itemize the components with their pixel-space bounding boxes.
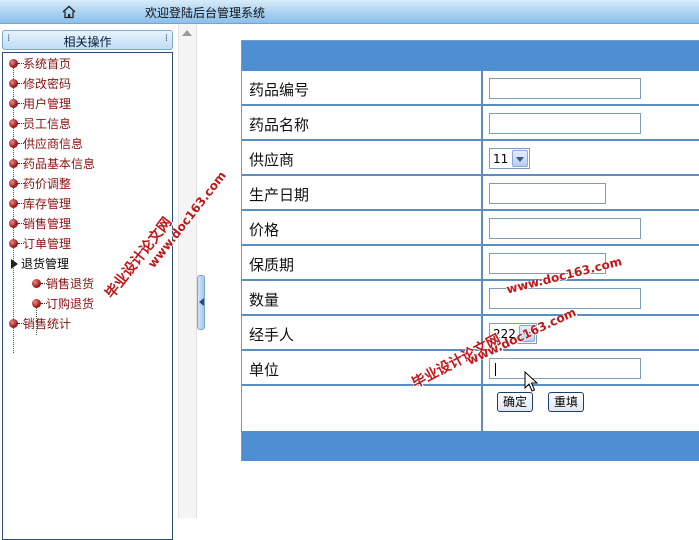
menu-item-label[interactable]: 系统首页	[23, 56, 71, 72]
bullet-icon	[9, 79, 18, 88]
field-label: 药品编号	[249, 81, 310, 99]
bullet-icon	[9, 179, 18, 188]
supplier-selected-value: 11	[493, 152, 509, 166]
form-row-supplier: 供应商 11	[242, 141, 699, 176]
home-icon[interactable]	[61, 4, 77, 20]
menu-item-label[interactable]: 库存管理	[23, 196, 71, 212]
field-label: 生产日期	[249, 186, 310, 204]
menu-item-label[interactable]: 销售退货	[46, 276, 94, 292]
menu-item-label[interactable]: 药价调整	[23, 176, 71, 192]
field-label: 供应商	[249, 151, 295, 169]
top-banner: 欢迎登陆后台管理系统	[0, 0, 699, 24]
expand-triangle-icon[interactable]	[11, 259, 18, 269]
menu-item-label[interactable]: 药品基本信息	[23, 156, 95, 172]
sidebar: ⁞ 相关操作 ⁞ 系统首页 修改密码 用户管理 员工信息 供应商信息 药品基本信…	[0, 28, 176, 540]
bullet-icon	[32, 279, 41, 288]
text-caret	[495, 363, 496, 376]
menu-item-label[interactable]: 销售管理	[23, 216, 71, 232]
menu-item-label[interactable]: 退货管理	[21, 256, 69, 272]
form-header-band	[242, 41, 699, 71]
field-label: 经手人	[249, 326, 295, 344]
bullet-icon	[9, 219, 18, 228]
menu-item-label[interactable]: 员工信息	[23, 116, 71, 132]
sidebar-menu: 系统首页 修改密码 用户管理 员工信息 供应商信息 药品基本信息 药价调整 库存…	[2, 52, 173, 540]
chevron-down-icon	[516, 157, 524, 162]
field-label: 保质期	[249, 256, 295, 274]
menu-item-label[interactable]: 用户管理	[23, 96, 71, 112]
sidebar-collapse-handle[interactable]	[197, 275, 205, 330]
form-footer-band	[242, 431, 699, 461]
menu-item-label[interactable]: 订单管理	[23, 236, 71, 252]
dropdown-button[interactable]	[512, 150, 528, 167]
unit-input[interactable]	[489, 358, 641, 379]
reset-button[interactable]: 重填	[548, 392, 585, 412]
form-row-production-date: 生产日期	[242, 176, 699, 211]
bullet-icon	[9, 99, 18, 108]
bullet-icon	[32, 299, 41, 308]
bullet-icon	[9, 119, 18, 128]
system-title: 欢迎登陆后台管理系统	[145, 6, 266, 20]
field-label: 价格	[249, 221, 280, 239]
frame-scrollbar[interactable]	[178, 24, 197, 518]
price-input[interactable]	[489, 218, 641, 239]
form-row-actions: 确定 重填	[242, 386, 699, 431]
bullet-icon	[9, 239, 18, 248]
menu-item-label[interactable]: 供应商信息	[23, 136, 83, 152]
field-label: 单位	[249, 361, 280, 379]
grip-icon: ⁞	[164, 33, 168, 44]
bullet-icon	[9, 139, 18, 148]
sidebar-title: 相关操作	[63, 35, 112, 49]
drug-entry-form: 药品编号 药品名称 供应商 11 生产日期 价格 保质期 数量 经手人 222	[241, 40, 699, 461]
form-row-shelf-life: 保质期	[242, 246, 699, 281]
menu-item-label[interactable]: 修改密码	[23, 76, 71, 92]
drug-code-input[interactable]	[489, 78, 641, 99]
production-date-input[interactable]	[489, 183, 606, 204]
bullet-icon	[9, 199, 18, 208]
field-label: 数量	[249, 291, 280, 309]
bullet-icon	[9, 59, 18, 68]
form-row-quantity: 数量	[242, 281, 699, 316]
form-row-drug-name: 药品名称	[242, 106, 699, 141]
supplier-select[interactable]: 11	[489, 148, 530, 169]
submit-button[interactable]: 确定	[497, 392, 534, 412]
scroll-up-arrow-icon[interactable]	[182, 30, 192, 36]
menu-item-label[interactable]: 订购退货	[46, 296, 94, 312]
bullet-icon	[9, 319, 18, 328]
form-row-price: 价格	[242, 211, 699, 246]
sidebar-header: ⁞ 相关操作 ⁞	[2, 30, 173, 50]
drug-name-input[interactable]	[489, 113, 641, 134]
mouse-pointer-icon	[524, 371, 538, 392]
arrow-left-icon	[199, 298, 204, 306]
bullet-icon	[9, 159, 18, 168]
menu-item-label[interactable]: 销售统计	[23, 316, 71, 332]
form-row-drug-code: 药品编号	[242, 71, 699, 106]
field-label: 药品名称	[249, 116, 310, 134]
